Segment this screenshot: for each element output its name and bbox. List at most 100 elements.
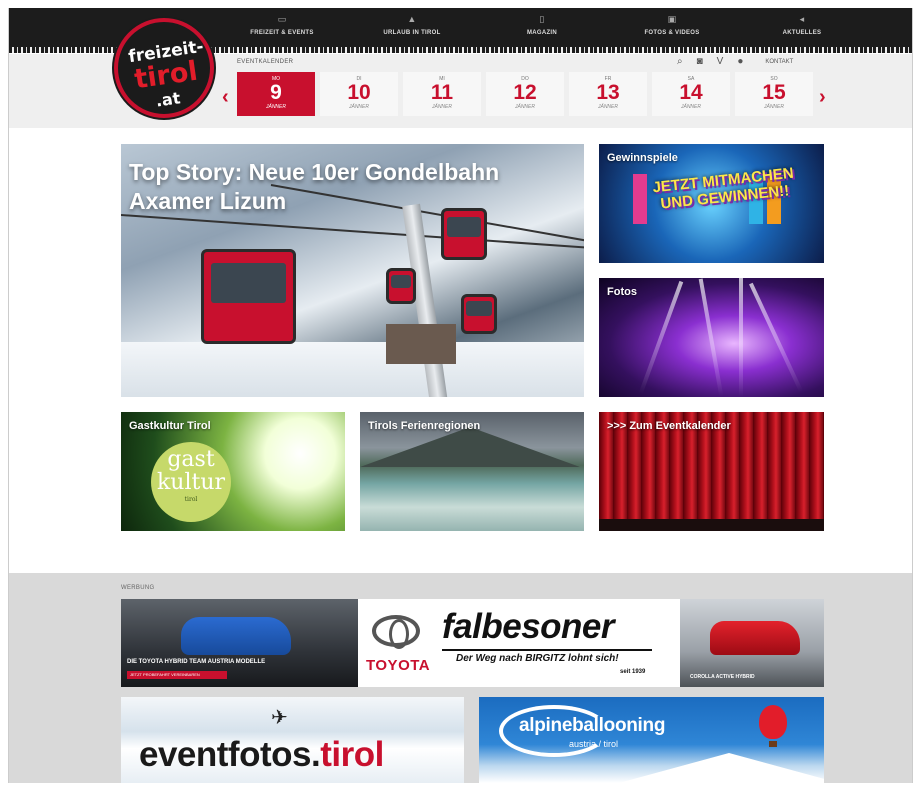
nav-item-magazin[interactable]: ▯ MAGAZIN [477,14,607,36]
eventfotos-wordmark: eventfotos.tirol [139,735,384,775]
nav-item-label: MAGAZIN [526,30,558,36]
calendar-day-active[interactable]: MO 9 JÄNNER [237,72,315,116]
day-number: 11 [430,81,454,104]
alpineballooning-banner[interactable]: alpineballooning austria / tirol [479,697,824,783]
dealer-name: falbesoner [442,607,615,646]
light-beam-image [739,278,743,397]
mountain-image [360,427,580,467]
nav-item-aktuelles[interactable]: ◂ AKTUELLES [737,14,867,36]
red-car-image: COROLLA ACTIVE HYBRID [680,599,824,687]
calendar-day[interactable]: MI 11 JÄNNER [403,72,481,116]
calendar-day[interactable]: FR 13 JÄNNER [569,72,647,116]
calendar-next-arrow[interactable]: › [819,86,826,109]
advertising-section: WERBUNG DIE TOYOTA HYBRID TEAM AUSTRIA M… [9,573,912,783]
day-month: JÄNNER [348,104,369,110]
day-month: JÄNNER [597,104,618,110]
cable-line [121,214,584,250]
dealer-since: seit 1939 [620,669,646,675]
bike-rider-icon: ✈ [271,707,288,729]
calendar-day[interactable]: SO 15 JÄNNER [735,72,813,116]
banner-caption: COROLLA ACTIVE HYBRID [690,674,755,680]
calendar-icon: ▭ [277,14,287,24]
gondola-image [386,268,416,304]
instagram-icon[interactable]: ◙ [697,56,703,67]
badge-text: tirol [184,496,198,503]
fotos-title: Fotos [607,286,637,298]
toolbar-icons: ⌕ ◙ V ● KONTAKT [677,56,793,67]
site-logo[interactable]: freizeit- tirol .at [114,18,214,118]
light-beam-image [638,280,684,395]
falbesoner-logo-area: TOYOTA falbesoner Der Weg nach BIRGITZ l… [358,599,680,687]
nav-item-fotos-videos[interactable]: ▣ FOTOS & VIDEOS [607,14,737,36]
car-shape [181,617,291,655]
ferienregionen-title: Tirols Ferienregionen [368,420,481,432]
calendar-day[interactable]: DO 12 JÄNNER [486,72,564,116]
day-number: 13 [596,81,620,104]
blue-car-image: DIE TOYOTA HYBRID TEAM AUSTRIA MODELLE J… [121,599,358,687]
ferienregionen-tile[interactable]: Tirols Ferienregionen [360,412,584,531]
day-number: 9 [270,81,282,104]
station-image [386,324,456,364]
gewinnspiele-tile[interactable]: JETZT MITMACHEN UND GEWINNEN!! Gewinnspi… [599,144,824,263]
badge-text: kultur [156,470,226,495]
top-story-tile[interactable]: Top Story: Neue 10er Gondelbahn Axamer L… [121,144,584,397]
nav-item-urlaub-in-tirol[interactable]: ▲ URLAUB IN TIROL [347,14,477,36]
toyota-falbesoner-banner[interactable]: DIE TOYOTA HYBRID TEAM AUSTRIA MODELLE J… [121,599,824,687]
alpine-brand-name: alpineballooning [519,715,666,736]
alpine-subtitle: austria / tirol [569,739,619,749]
nav-item-label: URLAUB IN TIROL [383,30,441,36]
photo-icon: ▣ [667,14,677,24]
eventkalender-title: >>> Zum Eventkalender [607,420,731,432]
snow-ground-image [121,342,584,397]
megaphone-icon: ◂ [799,14,805,24]
calendar-prev-arrow[interactable]: ‹ [222,86,229,109]
calendar-day[interactable]: SA 14 JÄNNER [652,72,730,116]
gastkultur-tile[interactable]: gast kultur tirol Gastkultur Tirol [121,412,345,531]
eventkalender-tile[interactable]: >>> Zum Eventkalender [599,412,824,531]
gondola-image [201,249,296,344]
banner-caption: DIE TOYOTA HYBRID TEAM AUSTRIA MODELLE [127,659,266,665]
day-number: 12 [513,81,537,104]
snowy-mountain-image [619,753,824,783]
hot-air-balloon-icon [759,705,787,739]
day-number: 15 [762,81,786,104]
nav-item-label: AKTUELLES [782,30,822,36]
search-icon[interactable]: ⌕ [677,56,683,67]
dealer-underline [442,649,652,651]
advertising-label: WERBUNG [121,585,155,591]
kontakt-link[interactable]: KONTAKT [765,59,793,65]
day-number: 10 [347,81,371,104]
dealer-tagline: Der Weg nach BIRGITZ lohnt sich! [456,653,619,664]
day-month: JÄNNER [514,104,535,110]
page: ▭ FREIZEIT & EVENTS ▲ URLAUB IN TIROL ▯ … [8,8,913,783]
eventfotos-name: eventfotos. [139,735,321,774]
day-month: JÄNNER [680,104,701,110]
gastkultur-title: Gastkultur Tirol [129,420,211,432]
nav-item-label: FOTOS & VIDEOS [644,30,700,36]
gastkultur-badge-logo: gast kultur tirol [151,442,231,522]
gondola-image [461,294,497,334]
nav-item-freizeit-events[interactable]: ▭ FREIZEIT & EVENTS [217,14,347,36]
eventfotos-tld: tirol [320,735,384,774]
vimeo-icon[interactable]: V [717,56,724,67]
balloon-basket-icon [769,741,777,747]
day-number: 14 [679,81,703,104]
badge-text: gast [167,447,215,472]
magazine-icon: ▯ [539,14,545,24]
eventfotos-banner[interactable]: ✈ eventfotos.tirol [121,697,464,783]
gewinnspiele-title: Gewinnspiele [607,152,678,164]
banner-cta-button[interactable]: JETZT PROBEFAHRT VEREINBAREN [127,671,227,679]
car-shape [710,621,800,655]
day-month: JÄNNER [763,104,784,110]
calendar-label: EVENTKALENDER [237,59,294,65]
toyota-logo-icon [372,615,420,649]
stage-floor-image [599,519,824,531]
light-beam-image [698,278,724,397]
calendar-day[interactable]: DI 10 JÄNNER [320,72,398,116]
top-story-headline: Top Story: Neue 10er Gondelbahn Axamer L… [129,159,500,214]
fotos-tile[interactable]: Fotos [599,278,824,397]
toyota-wordmark: TOYOTA [366,657,431,674]
day-month: JÄNNER [431,104,452,110]
colored-bar-image [633,174,647,224]
facebook-icon[interactable]: ● [737,56,743,67]
